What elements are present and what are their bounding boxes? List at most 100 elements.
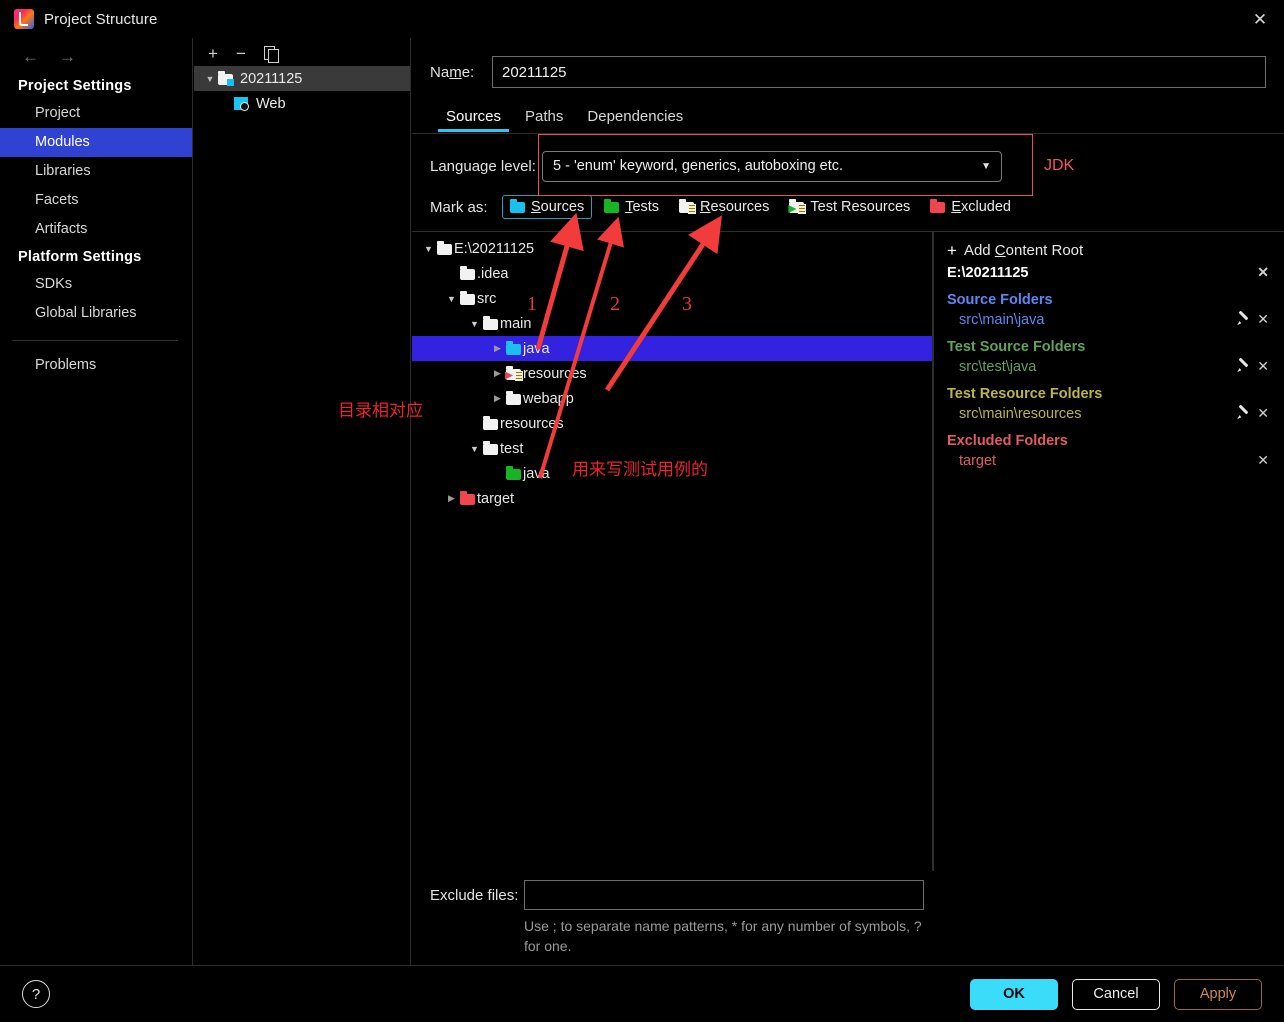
twisty-icon[interactable]: ▼ (420, 244, 437, 254)
module-name-label: 20211125 (240, 70, 303, 87)
sidebar-item-modules[interactable]: Modules (0, 128, 192, 157)
tree-row-src[interactable]: ▼ src (412, 286, 932, 311)
modules-toolbar: + − (194, 38, 410, 66)
remove-icon[interactable]: ✕ (1257, 452, 1269, 469)
add-content-root-label: Add Content Root (963, 242, 1084, 259)
edit-pencil-icon[interactable] (1236, 406, 1251, 421)
test-source-folders-title: Test Source Folders (947, 339, 1086, 355)
remove-icon[interactable]: ✕ (1257, 311, 1269, 328)
tree-row-test[interactable]: ▼ test (412, 436, 932, 461)
content-root-file-tree[interactable]: ▼ E:\20211125 .idea ▼ src ▼ main ▶ java … (412, 232, 933, 872)
edit-pencil-icon[interactable] (1236, 359, 1251, 374)
module-tree-row-project[interactable]: ▼ 20211125 (194, 66, 410, 91)
twisty-icon[interactable]: ▼ (466, 444, 483, 454)
module-twisty-icon[interactable]: ▼ (202, 74, 218, 84)
exclude-files-hint: Use ; to separate name patterns, * for a… (524, 916, 924, 956)
folder-icon (483, 440, 498, 455)
mark-as-tests-button[interactable]: Tests (596, 195, 667, 219)
remove-icon[interactable]: ✕ (1257, 405, 1269, 422)
folder-icon (506, 390, 521, 405)
sidebar-item-libraries[interactable]: Libraries (0, 157, 192, 186)
mark-as-test-resources-button[interactable]: Test Resources (781, 195, 918, 219)
plus-icon: + (947, 241, 957, 260)
module-folder-icon (218, 70, 234, 86)
tree-row-label: webapp (523, 390, 574, 407)
tree-row-main-java[interactable]: ▶ java (412, 336, 932, 361)
mark-as-tests-label: Tests (625, 199, 660, 215)
close-icon[interactable]: ✕ (1236, 0, 1284, 38)
twisty-icon[interactable]: ▼ (466, 319, 483, 329)
window-title: Project Structure (44, 10, 158, 28)
add-module-icon[interactable]: + (208, 45, 218, 62)
twisty-icon[interactable]: ▶ (443, 493, 460, 504)
test-source-folder-entry[interactable]: src\test\java ✕ (947, 358, 1269, 375)
copy-module-icon[interactable] (263, 45, 279, 63)
tree-row-label: java (523, 465, 550, 482)
language-level-value: 5 - 'enum' keyword, generics, autoboxing… (553, 158, 844, 174)
remove-content-root-icon[interactable]: ✕ (1257, 264, 1269, 281)
exclude-files-label: Exclude files: (430, 886, 519, 904)
sidebar-item-facets[interactable]: Facets (0, 186, 192, 215)
mark-as-sources-label: Sources (531, 199, 585, 215)
twisty-icon[interactable]: ▶ (489, 343, 506, 354)
tree-row-src-resources[interactable]: resources (412, 411, 932, 436)
twisty-icon[interactable]: ▶ (489, 393, 506, 404)
apply-button[interactable]: Apply (1174, 978, 1262, 1010)
tree-row-test-java[interactable]: java (412, 461, 932, 486)
cancel-button[interactable]: Cancel (1072, 978, 1160, 1010)
forward-arrow-icon[interactable]: → (59, 48, 76, 65)
sources-folder-icon (510, 199, 525, 213)
tree-row-content-root[interactable]: ▼ E:\20211125 (412, 236, 932, 261)
exclude-hint-line1: Use ; to separate name patterns, * for a… (524, 918, 851, 934)
module-tree-row-web[interactable]: Web (194, 91, 410, 116)
name-label: Name: (430, 63, 475, 81)
language-level-row: Language level: 5 - 'enum' keyword, gene… (412, 146, 1284, 186)
mark-as-test-resources-label: Test Resources (810, 199, 911, 215)
tests-folder-icon (506, 465, 521, 480)
add-content-root-button[interactable]: + Add Content Root (947, 242, 1269, 259)
remove-icon[interactable]: ✕ (1257, 358, 1269, 375)
tree-row-label: .idea (477, 265, 509, 282)
settings-sidebar: ← → Project Settings Project Modules Lib… (0, 38, 193, 965)
twisty-icon[interactable]: ▼ (443, 294, 460, 304)
tree-row-webapp[interactable]: ▶ webapp (412, 386, 932, 411)
tab-dependencies[interactable]: Dependencies (575, 108, 695, 132)
mark-as-resources-button[interactable]: Resources (671, 195, 777, 219)
sidebar-item-artifacts[interactable]: Artifacts (0, 215, 192, 244)
mark-as-sources-button[interactable]: Sources (502, 195, 593, 219)
tree-row-idea[interactable]: .idea (412, 261, 932, 286)
ok-button[interactable]: OK (970, 978, 1058, 1010)
language-level-select[interactable]: 5 - 'enum' keyword, generics, autoboxing… (542, 150, 1002, 182)
sidebar-group-project-settings: Project Settings (18, 78, 132, 94)
sources-folder-icon (506, 340, 521, 355)
excluded-folder-icon (930, 199, 946, 213)
test-resources-folder-icon (505, 365, 523, 381)
mark-as-excluded-button[interactable]: Excluded (922, 195, 1019, 219)
tab-paths[interactable]: Paths (513, 108, 575, 132)
test-source-folder-path: src\test\java (959, 359, 1231, 375)
source-folder-entry[interactable]: src\main\java ✕ (947, 311, 1269, 328)
tree-row-main-resources[interactable]: ▶ resources (412, 361, 932, 386)
tree-row-main[interactable]: ▼ main (412, 311, 932, 336)
content-roots-pane: + Add Content Root E:\20211125 ✕ Source … (933, 232, 1283, 872)
folder-icon (460, 290, 475, 305)
twisty-icon[interactable]: ▶ (489, 368, 506, 379)
edit-pencil-icon[interactable] (1236, 312, 1251, 327)
tab-sources[interactable]: Sources (434, 108, 513, 132)
back-arrow-icon[interactable]: ← (22, 48, 39, 65)
language-level-label: Language level: (430, 157, 536, 175)
remove-module-icon[interactable]: − (236, 45, 246, 62)
test-resource-folder-entry[interactable]: src\main\resources ✕ (947, 405, 1269, 422)
sidebar-item-sdks[interactable]: SDKs (0, 270, 192, 299)
module-name-input[interactable] (492, 56, 1266, 88)
help-icon[interactable]: ? (22, 980, 50, 1008)
sidebar-item-project[interactable]: Project (0, 99, 192, 128)
sidebar-group-platform-settings: Platform Settings (18, 249, 142, 265)
tree-row-target[interactable]: ▶ target (412, 486, 932, 511)
folder-icon (460, 265, 475, 280)
sidebar-item-problems[interactable]: Problems (0, 351, 192, 380)
excluded-folder-entry[interactable]: target ✕ (947, 452, 1269, 469)
sidebar-item-global-libraries[interactable]: Global Libraries (0, 299, 192, 328)
exclude-files-input[interactable] (524, 880, 924, 910)
exclude-files-section: Exclude files: Use ; to separate name pa… (412, 871, 1284, 965)
